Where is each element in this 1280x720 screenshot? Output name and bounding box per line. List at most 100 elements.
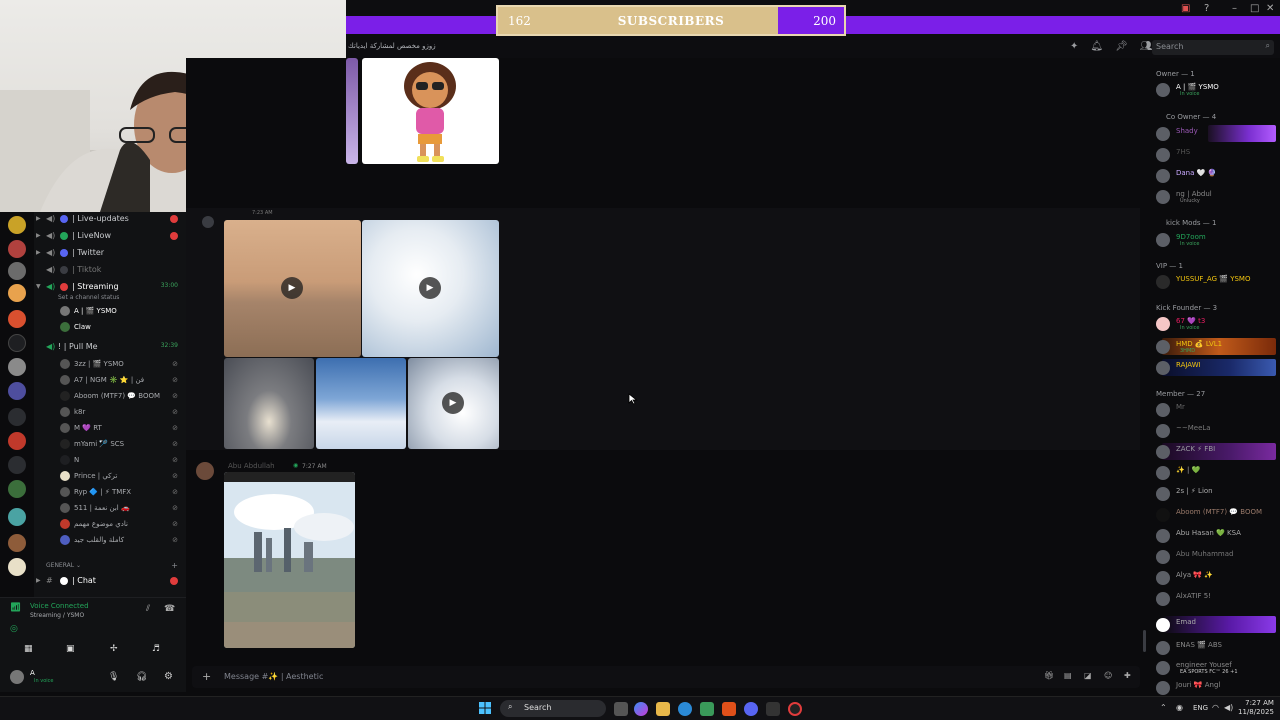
mic-icon[interactable]: 🎙︎: [108, 672, 119, 682]
headphones-icon[interactable]: 🎧︎: [136, 672, 147, 682]
help-icon[interactable]: ?: [1204, 3, 1209, 14]
server-icon[interactable]: [8, 456, 26, 474]
member-item[interactable]: AlxATIF 5!: [1148, 589, 1280, 609]
tray-app-icon[interactable]: ◉: [1176, 703, 1183, 712]
plus-icon[interactable]: +: [202, 670, 211, 683]
voice-sub[interactable]: Streaming / YSMO: [30, 612, 84, 619]
server-icon[interactable]: [8, 284, 26, 302]
threads-icon[interactable]: ✦: [1070, 41, 1078, 52]
voice-user[interactable]: A7 | NGM ✳️ ⭐ | فن ⊘: [58, 373, 186, 389]
server-icon[interactable]: [8, 508, 26, 526]
member-item[interactable]: ENAS 🎬 ABS: [1148, 638, 1280, 658]
image-attachment[interactable]: [346, 58, 358, 164]
server-icon[interactable]: [8, 534, 26, 552]
member-item[interactable]: ng | Abdul Unlucky: [1148, 187, 1280, 207]
channel-chat[interactable]: ▶ # | Chat: [34, 574, 186, 590]
image-attachment[interactable]: [362, 58, 499, 164]
avatar[interactable]: [10, 670, 24, 684]
server-icon[interactable]: [8, 240, 26, 258]
member-item[interactable]: Mr: [1148, 400, 1280, 420]
voice-user[interactable]: M 💜 RT ⊘: [58, 421, 186, 437]
minimize-icon[interactable]: –: [1232, 3, 1237, 14]
video-attachment[interactable]: ▶: [408, 358, 499, 449]
image-attachment[interactable]: [224, 358, 314, 449]
brave-icon[interactable]: [722, 702, 736, 716]
voice-user[interactable]: 511 | ابن نعمة 🚗 ⊘: [58, 501, 186, 517]
member-item[interactable]: 9D7oom In voice: [1148, 230, 1280, 250]
member-item[interactable]: 67 💜 t3 In voice: [1148, 314, 1280, 334]
member-item[interactable]: engineer Yousef EA SPORTS FC™ 26 +1: [1148, 658, 1280, 678]
avatar[interactable]: [196, 462, 214, 480]
member-item[interactable]: ZACK ⚡ FBI: [1148, 442, 1280, 462]
task-view-icon[interactable]: [614, 702, 628, 716]
message-author[interactable]: Abu Abdullah: [228, 462, 275, 470]
voice-user[interactable]: k8r ⊘: [58, 405, 186, 421]
language-indicator[interactable]: ENG: [1193, 704, 1208, 712]
channel-status[interactable]: Set a channel status: [58, 294, 119, 301]
play-icon[interactable]: ▶: [419, 277, 441, 299]
message-composer[interactable]: + Message #✨ | Aesthetic 🎁︎ ▤ ◪ ☺ ✚: [192, 666, 1140, 688]
windows-icon[interactable]: [479, 702, 491, 714]
store-icon[interactable]: [700, 702, 714, 716]
chevron-up-icon[interactable]: ⌃: [1160, 703, 1167, 712]
channel-item[interactable]: ▶ ◀) | Live-updates: [34, 212, 186, 228]
search-input[interactable]: Search ⌕: [1152, 40, 1274, 55]
copilot-icon[interactable]: [634, 702, 648, 716]
member-item[interactable]: Abu Hasan 💚 KSA: [1148, 526, 1280, 546]
member-item[interactable]: Dana 🤍 🔮: [1148, 166, 1280, 186]
server-icon[interactable]: [8, 334, 26, 352]
file-explorer-icon[interactable]: [656, 702, 670, 716]
voice-channel-pull-me[interactable]: ◀) ! | Pull Me 32:39: [34, 340, 186, 356]
inbox-icon[interactable]: ▣: [1181, 3, 1190, 14]
image-attachment[interactable]: [224, 472, 355, 648]
server-icon[interactable]: [8, 216, 26, 234]
member-item[interactable]: Jouri 🎀 Angl: [1148, 678, 1280, 698]
plus-icon[interactable]: +: [171, 561, 178, 570]
voice-user[interactable]: كاملة والقلب جيد ⊘: [58, 533, 186, 549]
category-general[interactable]: GENERAL ⌄: [46, 562, 81, 569]
server-icon[interactable]: [8, 432, 26, 450]
gift-icon[interactable]: 🎁︎: [1044, 671, 1054, 680]
member-item[interactable]: Emad: [1148, 615, 1280, 635]
pin-icon[interactable]: 📌︎: [1115, 41, 1128, 52]
apps-icon[interactable]: ✚: [1124, 671, 1131, 680]
channel-item[interactable]: ◀) | Tiktok: [34, 263, 186, 279]
member-item[interactable]: 2s | ⚡ Lion: [1148, 484, 1280, 504]
server-icon[interactable]: [8, 408, 26, 426]
voice-user[interactable]: Claw: [58, 320, 186, 336]
member-item[interactable]: ~~MeeLa: [1148, 421, 1280, 441]
play-icon[interactable]: ▶: [442, 392, 464, 414]
wifi-icon[interactable]: ◠: [1212, 703, 1219, 712]
member-item[interactable]: Alya 🎀 ✨: [1148, 568, 1280, 588]
volume-icon[interactable]: ◀): [1224, 703, 1233, 712]
server-icon[interactable]: [8, 358, 26, 376]
member-item[interactable]: YUSSUF_AG 🎬 YSMO: [1148, 272, 1280, 292]
discord-icon[interactable]: [744, 702, 758, 716]
video-attachment[interactable]: ▶: [362, 220, 499, 357]
sticker-icon[interactable]: ◪: [1084, 671, 1092, 680]
server-icon[interactable]: [8, 480, 26, 498]
channel-item[interactable]: ▶ ◀) | Twitter: [34, 246, 186, 262]
close-icon[interactable]: ✕: [1266, 3, 1274, 14]
member-item[interactable]: A | 🎬 YSMO In voice: [1148, 80, 1280, 100]
voice-user[interactable]: N ⊘: [58, 453, 186, 469]
noise-suppression-icon[interactable]: ⫽: [146, 604, 150, 614]
capture-icon[interactable]: [766, 702, 780, 716]
soundboard-icon[interactable]: ♬: [152, 644, 160, 654]
voice-user[interactable]: A | 🎬 YSMO: [58, 304, 186, 320]
channel-item[interactable]: ▶ ◀) | LiveNow: [34, 229, 186, 245]
bell-icon[interactable]: 🔔︎: [1090, 41, 1103, 52]
disconnect-icon[interactable]: ☎: [164, 604, 175, 614]
taskbar-search[interactable]: ⌕ Search: [500, 700, 606, 717]
server-icon[interactable]: [8, 262, 26, 280]
server-icon[interactable]: [8, 558, 26, 576]
camera-icon[interactable]: ▦: [24, 644, 33, 654]
clock[interactable]: 7:27 AM 11/8/2025: [1238, 699, 1274, 717]
emoji-icon[interactable]: ☺: [1104, 671, 1112, 680]
edge-icon[interactable]: [678, 702, 692, 716]
voice-user[interactable]: 3zz | 🎬 YSMO ⊘: [58, 357, 186, 373]
voice-user[interactable]: Prince | تركي ⊘: [58, 469, 186, 485]
member-item[interactable]: Abu Muhammad: [1148, 547, 1280, 567]
activities-icon[interactable]: ✢: [110, 644, 118, 654]
member-item[interactable]: ✨ | 💚: [1148, 463, 1280, 483]
